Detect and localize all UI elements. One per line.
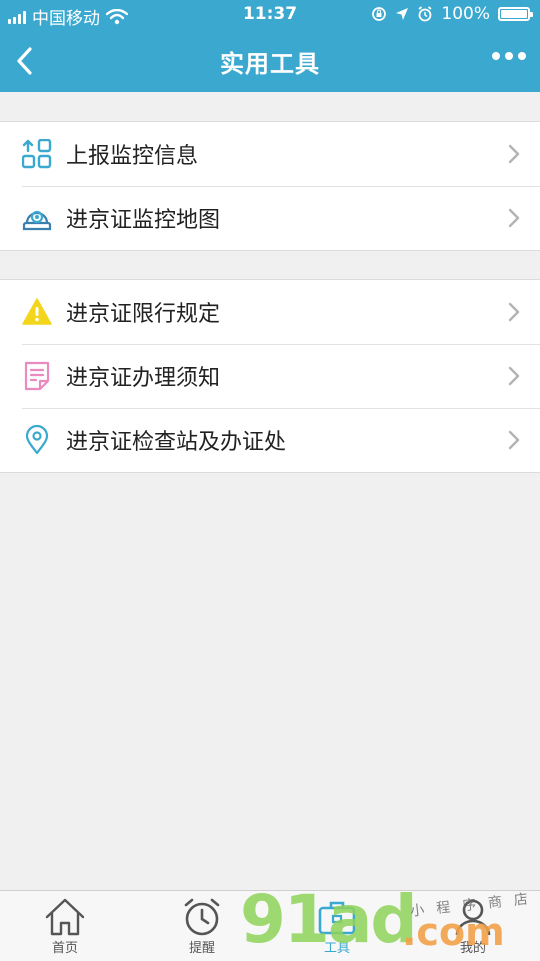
status-right: 100% <box>371 4 533 24</box>
chevron-right-icon <box>508 302 520 322</box>
tab-tools[interactable]: 工具 <box>292 893 382 961</box>
chevron-right-icon <box>508 366 520 386</box>
more-dots-icon[interactable] <box>492 52 526 60</box>
tab-label: 提醒 <box>188 941 215 956</box>
tab-home[interactable]: 首页 <box>20 893 110 961</box>
chevron-right-icon <box>508 430 520 450</box>
upload-grid-icon <box>22 139 52 169</box>
alarm-icon <box>418 6 432 22</box>
menu-item-application-notice[interactable]: 进京证办理须知 <box>0 344 540 408</box>
status-bar: 中国移动 11:37 100% <box>0 0 540 30</box>
battery-percent: 100% <box>441 4 490 24</box>
page-title: 实用工具 <box>220 50 320 78</box>
location-pin-icon <box>22 425 52 455</box>
menu-item-restriction-rules[interactable]: 进京证限行规定 <box>0 280 540 344</box>
tab-label: 首页 <box>51 941 78 956</box>
battery-icon <box>498 7 533 21</box>
alarm-clock-icon <box>184 898 220 936</box>
tab-reminder[interactable]: 提醒 <box>157 893 247 961</box>
menu-item-checkpoints[interactable]: 进京证检查站及办证处 <box>0 408 540 472</box>
camera-icon <box>22 203 52 233</box>
chevron-right-icon <box>508 208 520 228</box>
user-icon <box>455 899 491 936</box>
tab-mine[interactable]: 我的 <box>428 893 518 961</box>
menu-item-report-monitor[interactable]: 上报监控信息 <box>0 122 540 186</box>
tools-group-2: 进京证限行规定 进京证办理须知 进京证检查站及办证处 <box>0 279 540 473</box>
document-icon <box>22 361 52 391</box>
home-icon <box>45 898 85 936</box>
nav-bar: 实用工具 <box>0 30 540 92</box>
orientation-lock-icon <box>372 7 387 21</box>
tab-label: 工具 <box>323 941 350 956</box>
warning-icon <box>22 297 52 327</box>
menu-item-label: 进京证检查站及办证处 <box>66 430 287 455</box>
chevron-right-icon <box>508 144 520 164</box>
menu-item-label: 上报监控信息 <box>66 144 199 169</box>
tools-group-1: 上报监控信息 进京证监控地图 <box>0 121 540 251</box>
menu-item-label: 进京证监控地图 <box>66 208 221 233</box>
tab-label: 我的 <box>459 941 486 956</box>
toolbox-icon <box>318 901 356 935</box>
tab-bar: 首页 提醒 工具 我的 <box>0 890 540 961</box>
menu-item-monitor-map[interactable]: 进京证监控地图 <box>0 186 540 250</box>
menu-item-label: 进京证限行规定 <box>66 302 221 327</box>
menu-item-label: 进京证办理须知 <box>66 366 221 391</box>
location-arrow-icon <box>396 8 409 20</box>
